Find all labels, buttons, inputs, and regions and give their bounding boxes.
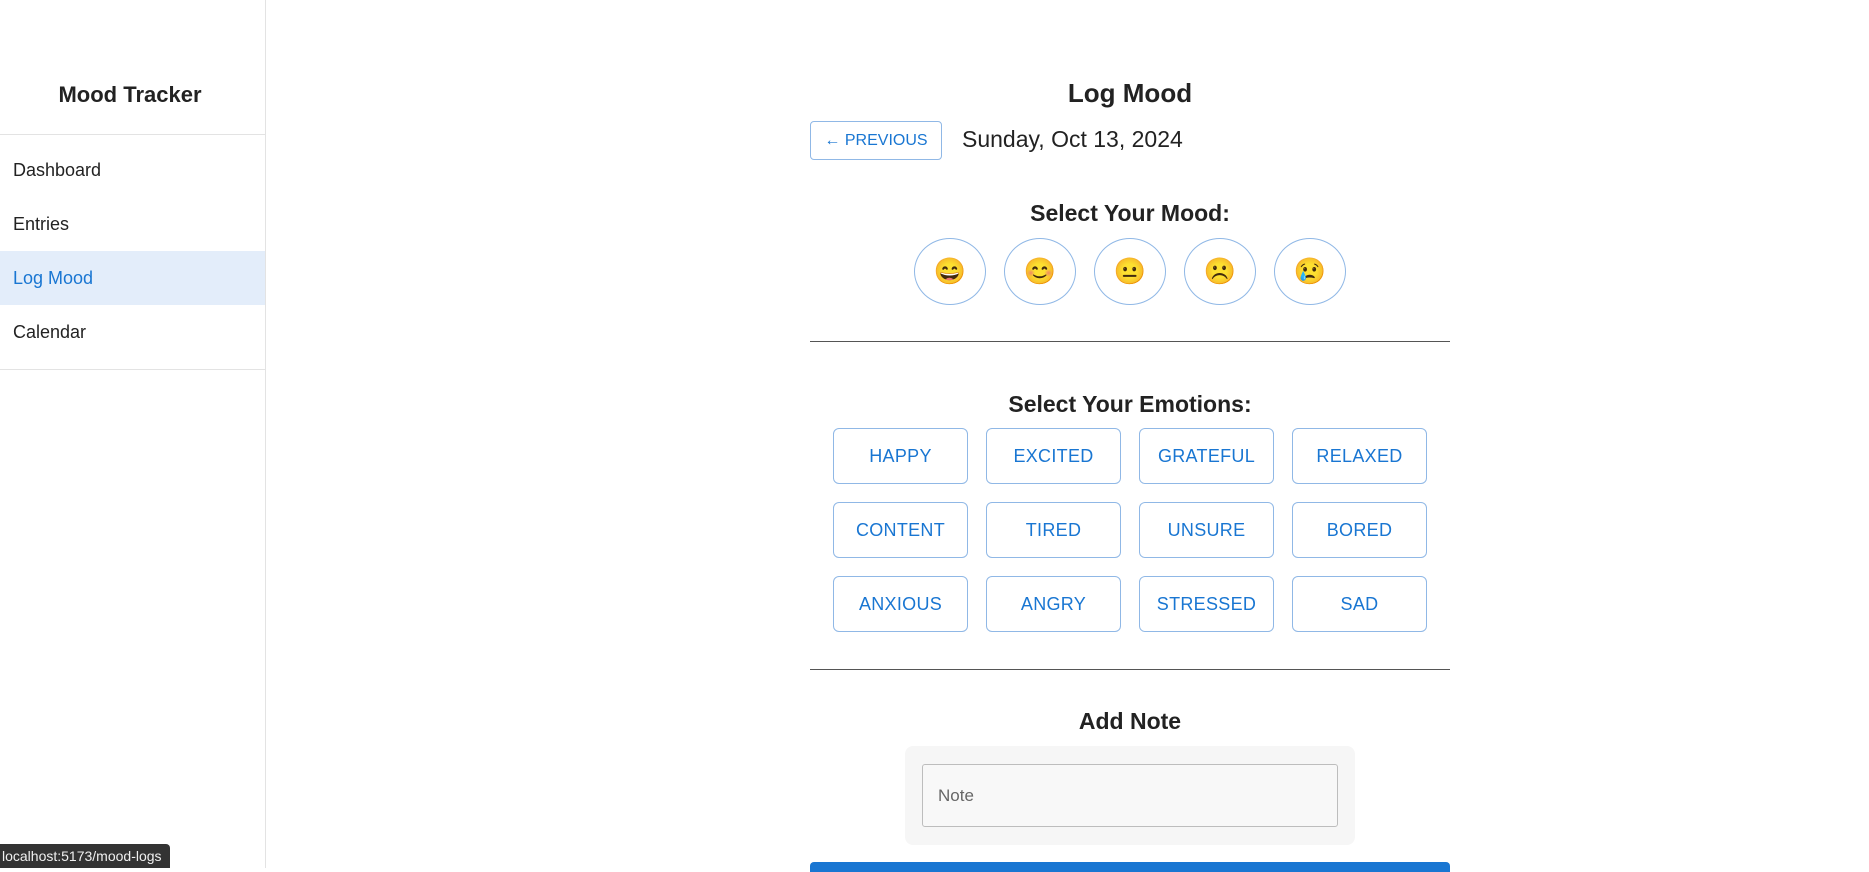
emotion-stressed-button[interactable]: STRESSED <box>1139 576 1274 632</box>
sidebar-divider <box>0 369 265 370</box>
sidebar-item-dashboard[interactable]: Dashboard <box>0 143 265 197</box>
emotions-section-title: Select Your Emotions: <box>1008 391 1252 417</box>
app-title: Mood Tracker <box>58 82 202 107</box>
note-container <box>905 746 1355 845</box>
mood-very-happy-button[interactable]: 😄 <box>914 238 986 305</box>
emotion-unsure-button[interactable]: UNSURE <box>1139 502 1274 558</box>
sidebar: Mood Tracker Dashboard Entries Log Mood … <box>0 0 266 868</box>
emotion-tired-button[interactable]: TIRED <box>986 502 1121 558</box>
sidebar-divider <box>0 134 265 135</box>
emotion-options: HAPPY EXCITED GRATEFUL RELAXED CONTENT T… <box>833 428 1427 632</box>
note-input[interactable] <box>922 764 1338 827</box>
previous-day-button[interactable]: ← PREVIOUS <box>810 121 942 160</box>
emotion-anxious-button[interactable]: ANXIOUS <box>833 576 968 632</box>
emotion-angry-button[interactable]: ANGRY <box>986 576 1121 632</box>
section-divider <box>810 669 1450 670</box>
section-divider <box>810 341 1450 342</box>
current-date: Sunday, Oct 13, 2024 <box>962 126 1183 152</box>
mood-section-title: Select Your Mood: <box>1030 200 1230 226</box>
submit-button[interactable] <box>810 862 1450 872</box>
mood-unhappy-button[interactable]: ☹️ <box>1184 238 1256 305</box>
emotion-content-button[interactable]: CONTENT <box>833 502 968 558</box>
sidebar-item-entries[interactable]: Entries <box>0 197 265 251</box>
mood-options: 😄 😊 😐 ☹️ 😢 <box>914 238 1346 305</box>
emotion-sad-button[interactable]: SAD <box>1292 576 1427 632</box>
sidebar-item-calendar[interactable]: Calendar <box>0 305 265 359</box>
mood-sad-button[interactable]: 😢 <box>1274 238 1346 305</box>
status-bar-url: localhost:5173/mood-logs <box>0 844 170 868</box>
emotion-excited-button[interactable]: EXCITED <box>986 428 1121 484</box>
note-section-title: Add Note <box>1078 708 1182 734</box>
mood-happy-button[interactable]: 😊 <box>1004 238 1076 305</box>
mood-neutral-button[interactable]: 😐 <box>1094 238 1166 305</box>
emotion-happy-button[interactable]: HAPPY <box>833 428 968 484</box>
sidebar-item-log-mood[interactable]: Log Mood <box>0 251 265 305</box>
page-title: Log Mood <box>1067 78 1193 108</box>
emotion-relaxed-button[interactable]: RELAXED <box>1292 428 1427 484</box>
emotion-grateful-button[interactable]: GRATEFUL <box>1139 428 1274 484</box>
emotion-bored-button[interactable]: BORED <box>1292 502 1427 558</box>
